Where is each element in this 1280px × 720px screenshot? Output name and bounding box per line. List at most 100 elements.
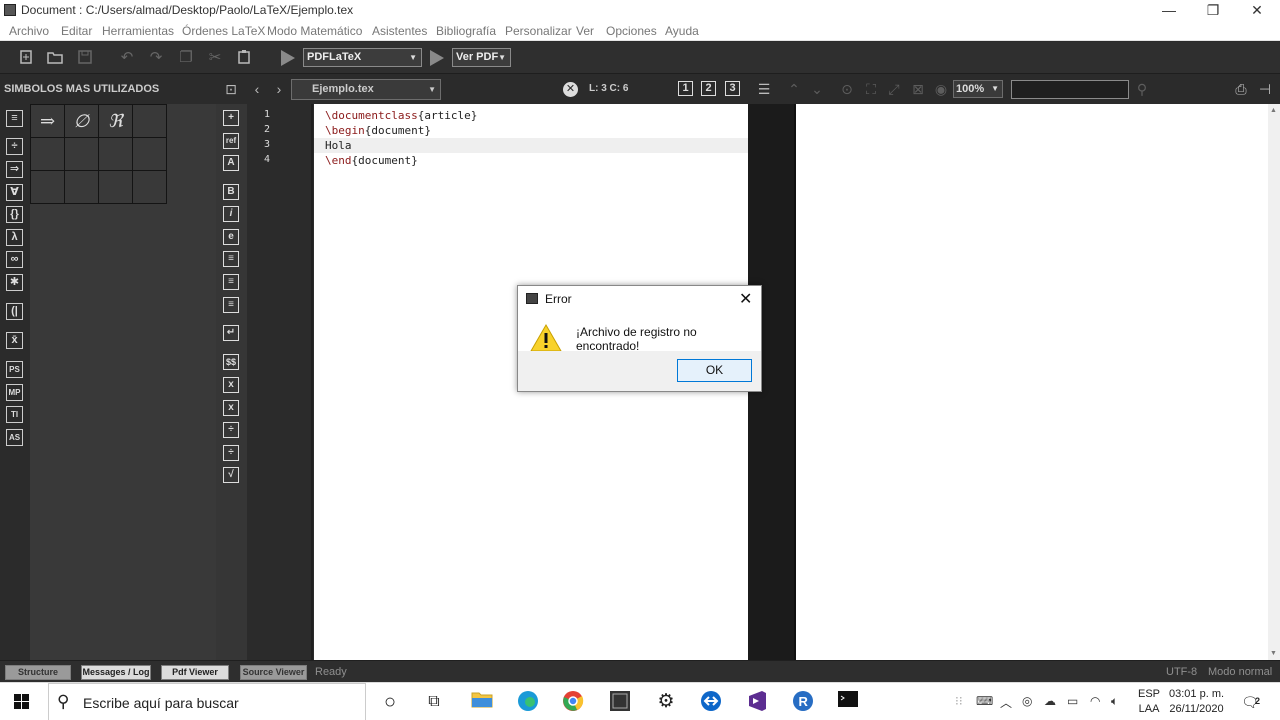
align-left-icon[interactable]: ≡ xyxy=(223,251,239,267)
onedrive-icon[interactable]: ☁ xyxy=(1044,694,1056,708)
redo-icon[interactable]: ↷ xyxy=(147,49,165,67)
wifi-icon[interactable]: ◠ xyxy=(1090,694,1100,708)
code-line-current[interactable]: Hola xyxy=(314,138,748,153)
settings-gear-icon[interactable]: ⚙ xyxy=(654,690,678,714)
symbols-category-brackets-icon[interactable]: (| xyxy=(6,303,23,320)
file-explorer-icon[interactable] xyxy=(470,690,494,714)
insert-part-icon[interactable]: + xyxy=(223,110,239,126)
terminal-icon[interactable] xyxy=(836,690,860,714)
expand-icon[interactable]: ⤢ xyxy=(886,81,902,97)
visual-studio-icon[interactable] xyxy=(745,690,769,714)
page-up-icon[interactable]: ⌃ xyxy=(786,81,802,97)
emphasis-icon[interactable]: e xyxy=(223,229,239,245)
close-document-icon[interactable]: ✕ xyxy=(563,82,578,97)
font-size-icon[interactable]: A xyxy=(223,155,239,171)
list-icon[interactable]: ☰ xyxy=(756,81,772,97)
symbols-category-list-icon[interactable]: ≡ xyxy=(6,110,23,127)
cortana-icon[interactable]: ○ xyxy=(378,690,402,714)
notification-center-icon[interactable]: 🗨︎ 2 xyxy=(1238,690,1262,714)
pstricks-icon[interactable]: PS xyxy=(6,361,23,378)
r-language-icon[interactable]: R xyxy=(791,690,815,714)
menu-opciones[interactable]: Opciones xyxy=(606,24,657,38)
pdf-viewer[interactable] xyxy=(794,104,1268,660)
asymptote-icon[interactable]: AS xyxy=(6,429,23,446)
previous-document-icon[interactable]: ‹ xyxy=(249,81,265,97)
math-mode-icon[interactable]: $$ xyxy=(223,354,239,370)
sqrt-icon[interactable]: √ xyxy=(223,467,239,483)
symbol-cell-empty[interactable] xyxy=(132,170,167,204)
keyboard-icon[interactable]: ⌨ xyxy=(976,694,993,708)
copy-icon[interactable]: ❐ xyxy=(177,49,195,67)
compiler-select[interactable]: PDFLaTeX ▼ xyxy=(303,48,422,67)
pdf-search-input[interactable] xyxy=(1011,80,1129,99)
close-icon[interactable]: ✕ xyxy=(739,289,752,309)
menu-editar[interactable]: Editar xyxy=(61,24,92,38)
scroll-down-icon[interactable]: ▼ xyxy=(1270,650,1277,657)
symbols-category-misc-icon[interactable]: ∀ xyxy=(6,184,23,201)
zoom-select[interactable]: 100% ▼ xyxy=(953,80,1003,98)
undo-icon[interactable]: ↶ xyxy=(118,49,136,67)
symbols-category-special-icon[interactable]: ✱ xyxy=(6,274,23,291)
menu-herramientas[interactable]: Herramientas xyxy=(102,24,174,38)
chevron-up-icon[interactable]: ︿ xyxy=(1000,694,1012,711)
tikz-icon[interactable]: TI xyxy=(6,406,23,423)
menu-ver[interactable]: Ver xyxy=(576,24,594,38)
subscript-icon[interactable]: x xyxy=(223,377,239,393)
print-icon[interactable]: ⎙ xyxy=(1233,81,1249,97)
edge-icon[interactable] xyxy=(516,690,540,714)
metapost-icon[interactable]: MP xyxy=(6,384,23,401)
volume-icon[interactable]: 🔈︎ xyxy=(1111,694,1118,709)
menu-ayuda[interactable]: Ayuda xyxy=(665,24,699,38)
bold-icon[interactable]: B xyxy=(223,184,239,200)
pen-workspace-icon[interactable]: ⁝⁝ xyxy=(955,694,963,708)
symbol-implies[interactable]: ⇒ xyxy=(30,104,65,138)
view-run-icon[interactable] xyxy=(430,50,444,66)
symbols-category-misc-math-icon[interactable]: ∞ xyxy=(6,251,23,268)
pin-icon[interactable]: ⊣ xyxy=(1257,81,1273,97)
open-folder-icon[interactable] xyxy=(46,49,64,67)
taskbar-search-input[interactable]: ⚲ Escribe aquí para buscar xyxy=(48,683,366,720)
code-line[interactable]: \end{document} xyxy=(314,153,748,168)
symbol-cell-empty[interactable] xyxy=(64,137,99,171)
menu-modo-matematico[interactable]: Modo Matemático xyxy=(267,24,362,38)
task-view-icon[interactable]: ⧉ xyxy=(422,690,446,714)
symbols-category-arrows-icon[interactable]: ⇒ xyxy=(6,161,23,178)
code-line[interactable]: \begin{document} xyxy=(314,123,748,138)
symbol-cell-empty[interactable] xyxy=(98,137,133,171)
symbols-category-operators-icon[interactable]: ÷ xyxy=(6,138,23,155)
symbol-emptyset[interactable]: ∅ xyxy=(64,104,99,138)
new-line-icon[interactable]: ↵ xyxy=(223,325,239,341)
symbol-cell-empty[interactable] xyxy=(64,170,99,204)
battery-icon[interactable]: ▭ xyxy=(1067,694,1078,708)
view-3-button[interactable]: 3 xyxy=(725,81,740,96)
view-1-button[interactable]: 1 xyxy=(678,81,693,96)
panel-toggle-icon[interactable]: ⊡ xyxy=(223,81,239,97)
cut-icon[interactable]: ✂ xyxy=(206,49,224,67)
document-tab-select[interactable]: Ejemplo.tex ▼ xyxy=(291,79,441,100)
align-right-icon[interactable]: ≡ xyxy=(223,297,239,313)
eye-icon[interactable]: ◉ xyxy=(933,81,949,97)
pdf-viewer-toggle-button[interactable]: Pdf Viewer xyxy=(161,665,229,680)
symbol-cell-empty[interactable] xyxy=(132,104,167,138)
dfrac-icon[interactable]: ÷ xyxy=(223,445,239,461)
run-icon[interactable] xyxy=(281,50,295,66)
texmaker-taskbar-icon[interactable] xyxy=(608,690,632,714)
search-icon[interactable]: ⚲ xyxy=(1134,81,1150,97)
page-down-icon[interactable]: ⌄ xyxy=(809,81,825,97)
source-viewer-toggle-button[interactable]: Source Viewer xyxy=(240,665,307,680)
code-line[interactable]: \documentclass{article} xyxy=(314,108,748,123)
fit-icon[interactable]: ⊙ xyxy=(839,81,855,97)
superscript-icon[interactable]: x xyxy=(223,400,239,416)
shrink-icon[interactable]: ⊠ xyxy=(910,81,926,97)
viewer-select[interactable]: Ver PDF ▼ xyxy=(452,48,511,67)
menu-archivo[interactable]: Archivo xyxy=(9,24,49,38)
messages-log-toggle-button[interactable]: Messages / Log xyxy=(81,665,151,680)
symbols-category-accents-icon[interactable]: x̄ xyxy=(6,332,23,349)
ref-icon[interactable]: ref xyxy=(223,133,239,149)
menu-bibliografia[interactable]: Bibliografía xyxy=(436,24,496,38)
minimize-button[interactable]: — xyxy=(1147,0,1191,21)
structure-toggle-button[interactable]: Structure xyxy=(5,665,71,680)
menu-asistentes[interactable]: Asistentes xyxy=(372,24,427,38)
teamviewer-icon[interactable] xyxy=(699,690,723,714)
menu-ordenes-latex[interactable]: Órdenes LaTeX xyxy=(182,24,265,38)
